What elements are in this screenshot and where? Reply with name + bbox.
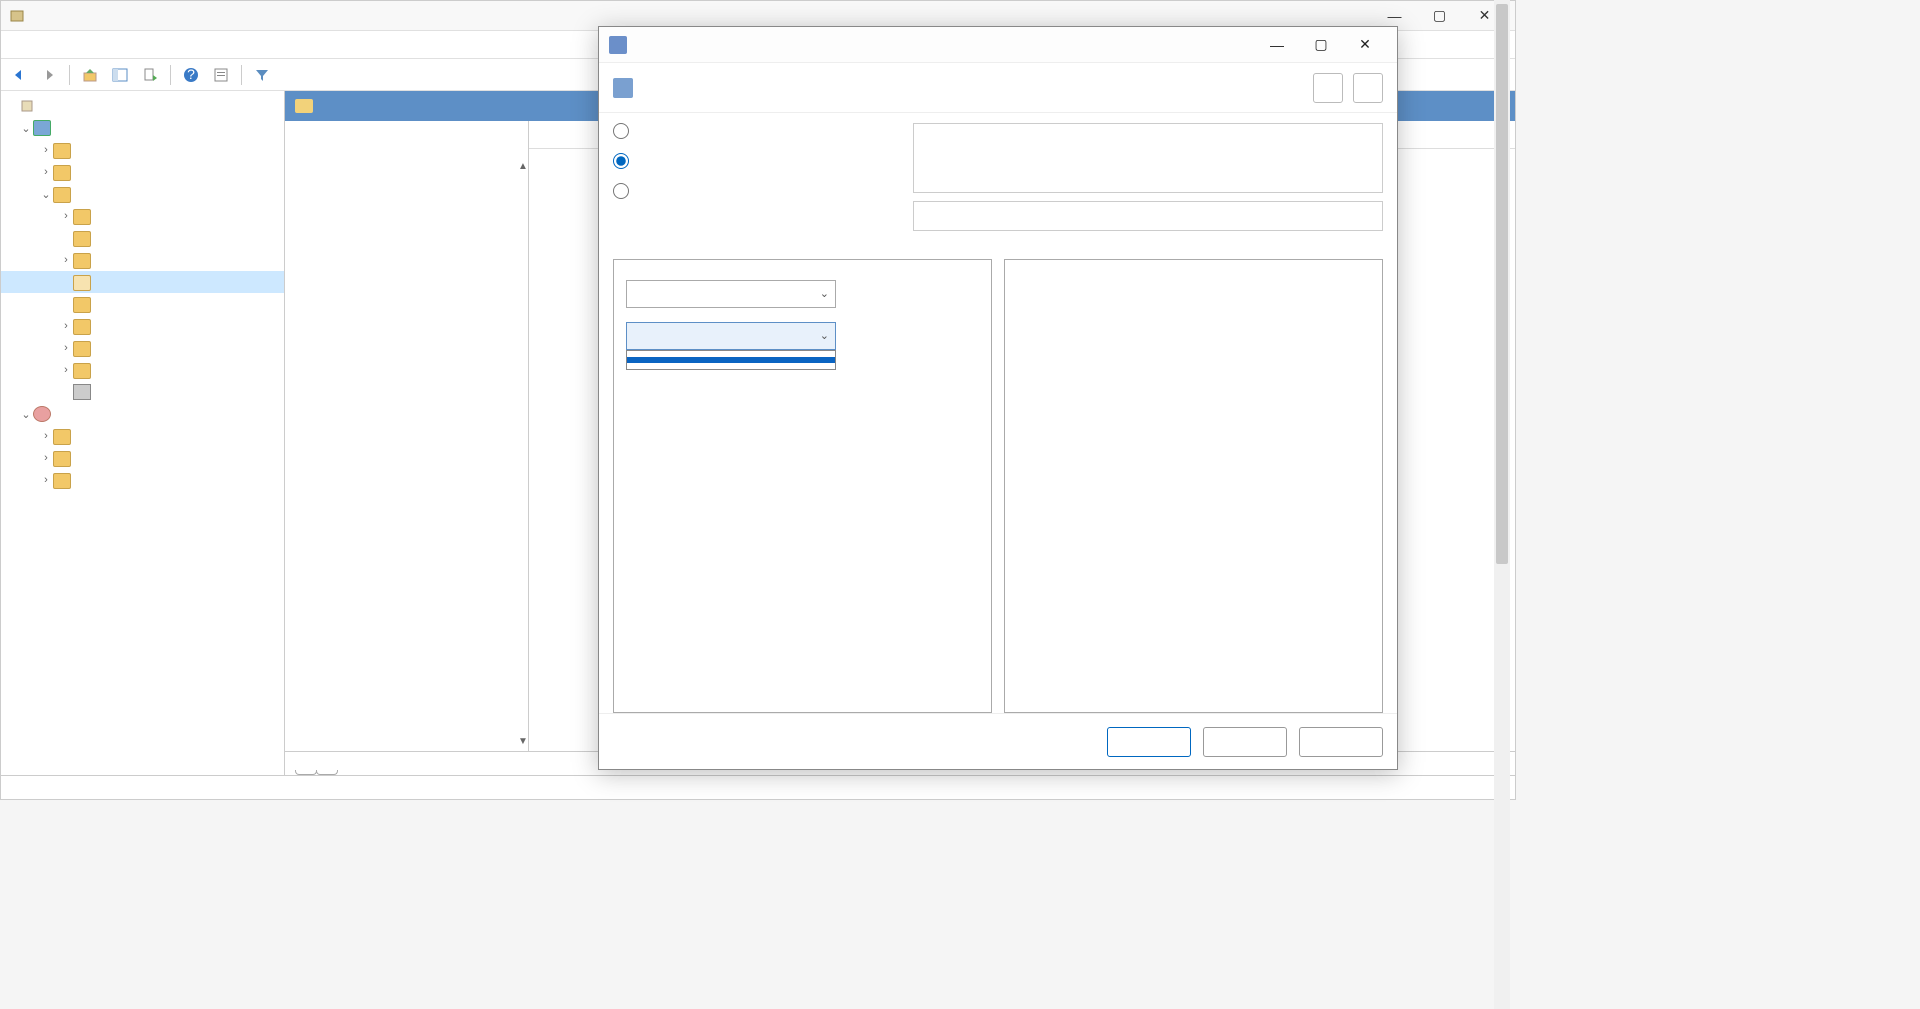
tree-computer-config[interactable]: ⌄ <box>1 117 284 139</box>
tree-item-printers[interactable] <box>1 271 284 293</box>
options-pane: ⌄ ⌄ <box>613 259 992 713</box>
auth-dropdown[interactable]: ⌄ <box>626 322 836 350</box>
tab-standard[interactable] <box>316 770 338 775</box>
computer-icon <box>33 120 51 136</box>
tree-item[interactable]: › <box>1 315 284 337</box>
folder-icon <box>73 363 91 379</box>
export-button[interactable] <box>138 63 162 87</box>
show-hide-tree-button[interactable] <box>108 63 132 87</box>
folder-icon <box>53 165 71 181</box>
folder-icon <box>53 451 71 467</box>
folder-icon <box>53 143 71 159</box>
settings-icon <box>73 384 91 400</box>
tree-pane[interactable]: ⌄ › › ⌄ › › › › › ⌄ › › › <box>1 91 285 775</box>
description-column <box>285 121 529 751</box>
tree-item[interactable]: › <box>1 359 284 381</box>
supported-box <box>913 201 1383 231</box>
page-scrollbar[interactable] <box>1494 0 1510 1009</box>
dialog-maximize-button[interactable]: ▢ <box>1299 30 1343 60</box>
help-button[interactable]: ? <box>179 63 203 87</box>
app-icon <box>9 8 25 24</box>
folder-icon <box>73 253 91 269</box>
help-pane <box>1004 259 1383 713</box>
folder-icon <box>73 209 91 225</box>
tree-item[interactable] <box>1 293 284 315</box>
radio-not-configured[interactable] <box>613 123 753 139</box>
folder-icon <box>53 187 71 203</box>
folder-icon <box>53 429 71 445</box>
forward-button[interactable] <box>37 63 61 87</box>
chevron-down-icon: ⌄ <box>820 287 829 303</box>
tree-item[interactable] <box>1 227 284 249</box>
comment-label <box>793 123 905 127</box>
dialog-button-row <box>599 713 1397 769</box>
svg-text:?: ? <box>187 67 195 82</box>
dialog-header-row <box>599 63 1397 113</box>
tree-item[interactable]: › <box>1 139 284 161</box>
tree-item[interactable]: › <box>1 205 284 227</box>
tree-root[interactable] <box>1 95 284 117</box>
tree-admin-templates[interactable]: ⌄ <box>1 183 284 205</box>
user-icon <box>33 406 51 422</box>
dropdown-option[interactable] <box>627 363 835 369</box>
maximize-button[interactable]: ▢ <box>1417 2 1462 30</box>
tree-item[interactable]: › <box>1 161 284 183</box>
cancel-button[interactable] <box>1203 727 1287 757</box>
up-button[interactable] <box>78 63 102 87</box>
toolbar-separator-2 <box>170 65 171 85</box>
policy-dialog: — ▢ ✕ ⌄ <box>598 26 1398 770</box>
chevron-down-icon: ⌄ <box>820 329 829 345</box>
ok-button[interactable] <box>1107 727 1191 757</box>
folder-icon <box>295 99 313 113</box>
folder-icon <box>53 473 71 489</box>
policy-icon <box>609 36 627 54</box>
policy-icon <box>613 78 633 98</box>
radio-disabled[interactable] <box>613 183 753 199</box>
supported-label <box>793 201 905 205</box>
comment-textarea[interactable] <box>913 123 1383 193</box>
tree-item[interactable]: › <box>1 249 284 271</box>
folder-icon <box>73 341 91 357</box>
dialog-minimize-button[interactable]: — <box>1255 30 1299 60</box>
tree-user-config[interactable]: ⌄ <box>1 403 284 425</box>
tree-item[interactable]: › <box>1 425 284 447</box>
folder-icon <box>73 297 91 313</box>
next-setting-button[interactable] <box>1353 73 1383 103</box>
status-bar <box>1 775 1515 799</box>
dialog-title-bar: — ▢ ✕ <box>599 27 1397 63</box>
toolbar-separator <box>69 65 70 85</box>
back-button[interactable] <box>7 63 31 87</box>
folder-open-icon <box>73 275 91 291</box>
apply-button[interactable] <box>1299 727 1383 757</box>
filter-button[interactable] <box>250 63 274 87</box>
protocol-dropdown[interactable]: ⌄ <box>626 280 836 308</box>
auth-dropdown-list <box>626 350 836 370</box>
tree-item[interactable]: › <box>1 337 284 359</box>
toolbar-separator-3 <box>241 65 242 85</box>
dialog-close-button[interactable]: ✕ <box>1343 30 1387 60</box>
radio-enabled[interactable] <box>613 153 753 169</box>
tab-extended[interactable] <box>295 770 317 775</box>
folder-icon <box>73 231 91 247</box>
folder-icon <box>73 319 91 335</box>
scrollbar[interactable] <box>518 121 526 751</box>
properties-button[interactable] <box>209 63 233 87</box>
previous-setting-button[interactable] <box>1313 73 1343 103</box>
tree-item[interactable] <box>1 381 284 403</box>
tree-item[interactable]: › <box>1 447 284 469</box>
tree-item[interactable]: › <box>1 469 284 491</box>
